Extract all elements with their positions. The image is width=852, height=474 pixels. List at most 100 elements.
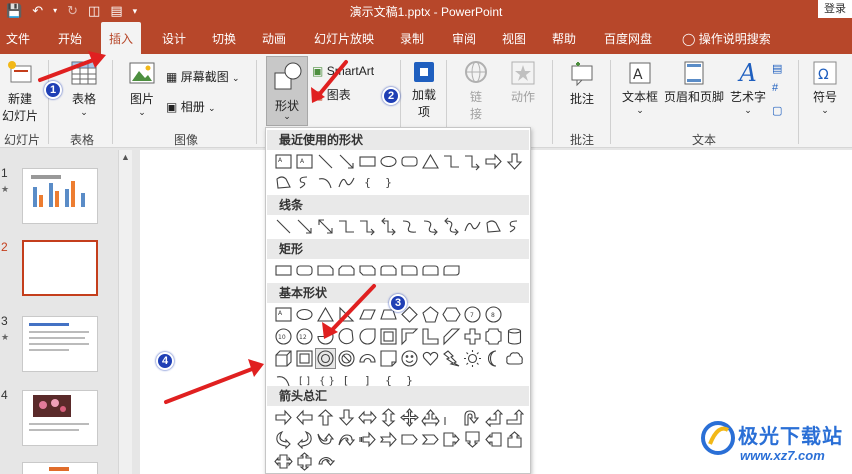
tab-slideshow[interactable]: 幻灯片放映	[314, 22, 374, 54]
link-button[interactable]: 链 接	[462, 60, 490, 122]
tab-home[interactable]: 开始	[58, 22, 82, 54]
slide-thumbnail-3[interactable]	[22, 316, 98, 372]
header-footer-button[interactable]: 页眉和页脚	[662, 60, 726, 105]
shapes-button[interactable]: 形状 ⌄	[266, 56, 308, 126]
frame-shape-icon[interactable]	[379, 327, 398, 346]
half-frame-shape-icon[interactable]	[400, 327, 419, 346]
up-arrow-callout-shape-icon[interactable]	[505, 430, 524, 449]
isosceles-triangle-shape-icon[interactable]	[316, 305, 335, 324]
scribble-shape-icon[interactable]	[505, 217, 524, 236]
round-single-corner-rectangle-icon[interactable]	[400, 261, 419, 280]
comment-button[interactable]: 批注	[564, 60, 600, 107]
bent-up-arrow-shape-icon[interactable]	[505, 408, 524, 427]
slide-thumbnail-5[interactable]	[22, 462, 98, 474]
elbow-arrow-connector-shape-icon[interactable]	[463, 152, 482, 171]
arc-shape-icon[interactable]	[316, 173, 335, 192]
pentagon-shape-icon[interactable]	[421, 305, 440, 324]
chevron-shape-icon[interactable]	[421, 430, 440, 449]
textbox-shape-icon[interactable]: A	[274, 152, 293, 171]
snip-same-side-rectangle-icon[interactable]	[337, 261, 356, 280]
tab-tell-me-search[interactable]: ◯ 操作说明搜索	[682, 22, 771, 54]
left-arrow-callout-shape-icon[interactable]	[484, 430, 503, 449]
tab-design[interactable]: 设计	[162, 22, 186, 54]
curved-down-arrow-shape-icon[interactable]	[337, 430, 356, 449]
folded-corner-shape-icon[interactable]	[379, 349, 398, 368]
up-down-arrow-shape-icon[interactable]	[379, 408, 398, 427]
block-arc-shape-icon[interactable]	[358, 349, 377, 368]
tab-view[interactable]: 视图	[502, 22, 526, 54]
elbow-connector-shape-icon[interactable]	[442, 152, 461, 171]
album-button[interactable]: ▣ 相册 ⌄	[166, 98, 236, 115]
slide-thumbnail-1[interactable]	[22, 168, 98, 224]
right-brace-shape-icon[interactable]: }	[379, 173, 398, 192]
action-button[interactable]: 动作	[506, 60, 540, 105]
arrow-line-shape-icon[interactable]	[295, 217, 314, 236]
u-turn-arrow-shape-icon[interactable]	[463, 408, 482, 427]
bevel-shape-icon[interactable]	[295, 349, 314, 368]
line-shape-icon[interactable]	[274, 217, 293, 236]
dodecagon-shape-icon[interactable]: 12	[295, 327, 314, 346]
addins-button[interactable]: 加载 项	[408, 60, 440, 120]
wordart-button[interactable]: A 艺术字 ⌄	[728, 60, 768, 116]
curved-right-arrow-shape-icon[interactable]	[274, 430, 293, 449]
textbox-shape-icon[interactable]: A	[274, 305, 293, 324]
vertical-textbox-shape-icon[interactable]: A	[295, 152, 314, 171]
line-shape-icon[interactable]	[316, 152, 335, 171]
right-arrow-shape-icon[interactable]	[484, 152, 503, 171]
hexagon-shape-icon[interactable]	[442, 305, 461, 324]
slide-thumbnail-2[interactable]	[22, 240, 98, 296]
tab-review[interactable]: 审阅	[452, 22, 476, 54]
symbol-button[interactable]: Ω 符号 ⌄	[808, 60, 842, 116]
pentagon-arrow-shape-icon[interactable]	[400, 430, 419, 449]
curved-up-arrow-shape-icon[interactable]	[316, 430, 335, 449]
left-brace-shape-icon[interactable]: {	[358, 173, 377, 192]
donut-shape-icon[interactable]	[315, 348, 336, 369]
left-arrow-shape-icon[interactable]	[295, 408, 314, 427]
up-down-arrow-callout-shape-icon[interactable]	[295, 452, 314, 471]
oval-shape-icon[interactable]	[295, 305, 314, 324]
slide-number-icon[interactable]: #	[772, 82, 778, 94]
decagon-shape-icon[interactable]: 10	[274, 327, 293, 346]
can-shape-icon[interactable]	[505, 327, 524, 346]
cloud-shape-icon[interactable]	[505, 349, 524, 368]
screenshot-button[interactable]: ▦ 屏幕截图 ⌄	[166, 68, 246, 85]
table-button[interactable]: 表格 ⌄	[62, 58, 106, 118]
right-arrow-callout-shape-icon[interactable]	[442, 430, 461, 449]
tab-insert[interactable]: 插入	[101, 22, 142, 54]
curved-arrow-connector-shape-icon[interactable]	[421, 217, 440, 236]
tab-baidu-netdisk[interactable]: 百度网盘	[604, 22, 652, 54]
rounded-rectangle-shape-icon[interactable]	[400, 152, 419, 171]
snip-round-rectangle-icon[interactable]	[379, 261, 398, 280]
login-button[interactable]: 登录	[818, 0, 852, 18]
date-time-icon[interactable]: ▤	[772, 62, 782, 75]
scroll-up-icon[interactable]: ▲	[121, 152, 130, 162]
plaque-shape-icon[interactable]	[484, 327, 503, 346]
rectangle-shape-icon[interactable]	[358, 152, 377, 171]
curve-shape-icon[interactable]	[337, 173, 356, 192]
textbox-button[interactable]: A 文本框 ⌄	[620, 60, 660, 116]
rounded-rectangle-shape-icon[interactable]	[295, 261, 314, 280]
tab-transitions[interactable]: 切换	[212, 22, 236, 54]
chart-button[interactable]: ▩ 图表	[312, 86, 392, 103]
round-diagonal-rectangle-icon[interactable]	[442, 261, 461, 280]
snip-diagonal-rectangle-icon[interactable]	[358, 261, 377, 280]
curved-double-arrow-shape-icon[interactable]	[442, 217, 461, 236]
left-right-arrow-shape-icon[interactable]	[358, 408, 377, 427]
cross-shape-icon[interactable]	[463, 327, 482, 346]
tab-file[interactable]: 文件	[6, 22, 30, 54]
smiley-face-shape-icon[interactable]	[400, 349, 419, 368]
sun-shape-icon[interactable]	[463, 349, 482, 368]
no-symbol-shape-icon[interactable]	[337, 349, 356, 368]
quad-arrow-shape-icon[interactable]	[400, 408, 419, 427]
round-same-side-rectangle-icon[interactable]	[421, 261, 440, 280]
left-right-arrow-callout-shape-icon[interactable]	[274, 452, 293, 471]
triangle-shape-icon[interactable]	[421, 152, 440, 171]
arrow-line-shape-icon[interactable]	[337, 152, 356, 171]
freeform-shape-icon[interactable]	[484, 217, 503, 236]
parallelogram-shape-icon[interactable]	[358, 305, 377, 324]
tab-record[interactable]: 录制	[400, 22, 424, 54]
new-slide-button[interactable]: 新建 幻灯片	[0, 58, 40, 124]
left-right-up-arrow-shape-icon[interactable]	[421, 408, 440, 427]
pie-shape-icon[interactable]	[316, 327, 335, 346]
left-up-arrow-shape-icon[interactable]	[484, 408, 503, 427]
